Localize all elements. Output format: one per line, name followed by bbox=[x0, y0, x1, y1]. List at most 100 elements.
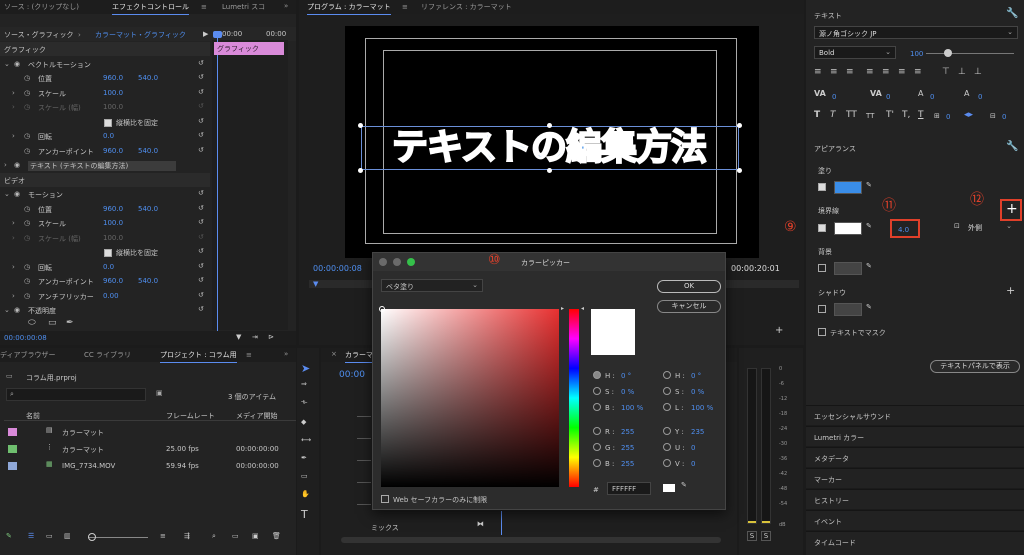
stopwatch-icon[interactable]: ◷ bbox=[24, 132, 30, 140]
v-anchor-x-value[interactable]: 960.0 bbox=[103, 277, 123, 285]
h2-radio[interactable] bbox=[663, 371, 671, 379]
y-radio[interactable] bbox=[663, 427, 671, 435]
y-value[interactable]: 235 bbox=[691, 428, 704, 436]
reset-icon[interactable]: ↺ bbox=[198, 204, 204, 212]
column-name[interactable]: 名前 bbox=[26, 411, 40, 421]
tab-lumetri-scopes[interactable]: Lumetri スコ bbox=[222, 2, 265, 12]
align-right-icon[interactable]: ≡ bbox=[846, 67, 854, 77]
pen-mask-icon[interactable]: ✒ bbox=[66, 318, 74, 328]
program-playhead-icon[interactable]: ▼ bbox=[313, 280, 318, 288]
justify-center-icon[interactable]: ≡ bbox=[882, 67, 890, 77]
fill-eyedropper-icon[interactable]: ✎ bbox=[866, 181, 872, 189]
pencil-icon[interactable]: ✎ bbox=[6, 532, 12, 540]
shadow-eyedropper-icon[interactable]: ✎ bbox=[866, 303, 872, 311]
hue-slider[interactable] bbox=[569, 309, 579, 487]
scale-value[interactable]: 100.0 bbox=[103, 89, 123, 97]
vector-motion-row[interactable]: ⌄ ◉ ベクトルモーション bbox=[0, 57, 210, 71]
close-window-icon[interactable] bbox=[379, 258, 387, 266]
reset-icon[interactable]: ↺ bbox=[198, 189, 204, 197]
stopwatch-icon[interactable]: ◷ bbox=[24, 219, 30, 227]
scale-row[interactable]: › ◷ スケール 100.0 bbox=[0, 86, 210, 100]
label-color-swatch[interactable] bbox=[8, 428, 17, 436]
v-uniform-row[interactable]: 縦横比を固定 bbox=[0, 245, 210, 259]
rotation-value[interactable]: 0.0 bbox=[103, 132, 114, 140]
mark-icon[interactable]: ⊳ bbox=[268, 333, 274, 341]
solo-button-right[interactable]: S bbox=[761, 531, 771, 541]
reset-icon[interactable]: ↺ bbox=[198, 276, 204, 284]
column-framerate[interactable]: フレームレート bbox=[166, 411, 215, 421]
superscript-icon[interactable]: T' bbox=[886, 110, 894, 120]
b2-value[interactable]: 255 bbox=[621, 460, 634, 468]
background-color-swatch[interactable] bbox=[834, 262, 862, 275]
wrench-icon[interactable]: 🔧 bbox=[1006, 8, 1018, 19]
b-value[interactable]: 100 % bbox=[621, 404, 643, 412]
uniform-scale-checkbox[interactable] bbox=[104, 119, 112, 127]
small-caps-icon[interactable]: TT bbox=[866, 112, 874, 120]
tsume-value[interactable]: 0 bbox=[946, 113, 950, 121]
align-top-icon[interactable]: ⊤ bbox=[942, 67, 950, 77]
graphic-clip-bar[interactable]: グラフィック bbox=[214, 42, 284, 55]
expand-chevron-icon[interactable]: › bbox=[4, 161, 7, 169]
u-value[interactable]: 0 bbox=[691, 444, 695, 452]
tab-cc-libraries[interactable]: CC ライブラリ bbox=[84, 350, 131, 360]
new-bin-icon[interactable]: ▭ bbox=[232, 532, 239, 540]
align-center-icon[interactable]: ≡ bbox=[830, 67, 838, 77]
reset-icon[interactable]: ↺ bbox=[198, 262, 204, 270]
h-radio[interactable] bbox=[593, 371, 601, 379]
project-row-1[interactable]: ⋮ カラーマット 25.00 fps 00:00:00:00 bbox=[4, 442, 296, 456]
anchor-x-value[interactable]: 960.0 bbox=[103, 147, 123, 155]
v-position-row[interactable]: ◷ 位置 960.0 540.0 bbox=[0, 202, 210, 216]
align-middle-icon[interactable]: ⊥ bbox=[958, 67, 966, 77]
tab-timeline[interactable]: カラーマ bbox=[345, 350, 373, 363]
fill-checkbox[interactable] bbox=[818, 183, 826, 191]
l-radio[interactable] bbox=[663, 403, 671, 411]
eye-icon[interactable]: ◉ bbox=[14, 60, 20, 68]
list-item-essential-sound[interactable]: エッセンシャルサウンド bbox=[806, 405, 1024, 425]
project-row-2[interactable]: ▦ IMG_7734.MOV 59.94 fps 00:00:00:00 bbox=[4, 459, 296, 473]
rectangle-mask-icon[interactable]: ▭ bbox=[48, 318, 57, 328]
icon-view-icon[interactable]: ▭ bbox=[46, 532, 53, 540]
eye-icon[interactable]: ◉ bbox=[14, 161, 20, 169]
r-radio[interactable] bbox=[593, 427, 601, 435]
header-sequence-label[interactable]: カラーマット・グラフィック bbox=[95, 30, 186, 40]
collapse-chevron-icon[interactable]: ⌄ bbox=[4, 60, 10, 68]
transform-handle-icon[interactable] bbox=[737, 168, 742, 173]
project-row-0[interactable]: ▤ カラーマット bbox=[4, 425, 296, 439]
play-icon[interactable]: ▶ bbox=[203, 30, 208, 38]
panel-menu-icon[interactable]: ≡ bbox=[246, 351, 252, 359]
expand-chevron-icon[interactable]: › bbox=[12, 89, 15, 97]
text-layer-label[interactable]: テキスト (テキストの編集方法) bbox=[28, 161, 176, 171]
position-x-value[interactable]: 960.0 bbox=[103, 74, 123, 82]
tab-effect-controls[interactable]: エフェクトコントロール bbox=[112, 2, 189, 15]
background-checkbox[interactable] bbox=[818, 264, 826, 272]
font-size-value[interactable]: 100 bbox=[910, 50, 923, 58]
collapse-chevron-icon[interactable]: ⌄ bbox=[4, 190, 10, 198]
zoom-slider[interactable] bbox=[88, 537, 148, 538]
baseline-value[interactable]: 0 bbox=[978, 93, 982, 101]
list-item-timecode[interactable]: タイムコード bbox=[806, 531, 1024, 555]
transform-handle-icon[interactable] bbox=[358, 168, 363, 173]
b-radio[interactable] bbox=[593, 403, 601, 411]
tracking-value[interactable]: 0 bbox=[832, 93, 836, 101]
text-direction-icon[interactable]: ◂▸ bbox=[964, 110, 973, 120]
transform-handle-icon[interactable] bbox=[358, 123, 363, 128]
reset-icon[interactable]: ↺ bbox=[198, 218, 204, 226]
color-field-cursor-icon[interactable] bbox=[379, 306, 385, 312]
title-text[interactable]: テキストの編集方法 bbox=[359, 126, 739, 170]
web-safe-checkbox[interactable] bbox=[381, 495, 389, 503]
v-radio[interactable] bbox=[663, 459, 671, 467]
stopwatch-icon[interactable]: ◷ bbox=[24, 205, 30, 213]
track-select-tool-icon[interactable]: ⇒ bbox=[301, 380, 311, 390]
stopwatch-icon[interactable]: ◷ bbox=[24, 277, 30, 285]
new-item-icon[interactable]: ▣ bbox=[252, 532, 259, 540]
kerning-value[interactable]: 0 bbox=[886, 93, 890, 101]
find-icon[interactable]: ⌕ bbox=[212, 532, 216, 541]
hue-slider-arrow-icon[interactable]: ▸ bbox=[561, 305, 564, 312]
program-timecode-left[interactable]: 00:00:00:08 bbox=[313, 264, 362, 273]
anchor-y-value[interactable]: 540.0 bbox=[138, 147, 158, 155]
v-scale-value[interactable]: 100.0 bbox=[103, 219, 123, 227]
reset-icon[interactable]: ↺ bbox=[198, 131, 204, 139]
tab-project[interactable]: プロジェクト : コラム用 bbox=[160, 350, 237, 363]
s-value[interactable]: 0 % bbox=[621, 388, 634, 396]
g-value[interactable]: 255 bbox=[621, 444, 634, 452]
